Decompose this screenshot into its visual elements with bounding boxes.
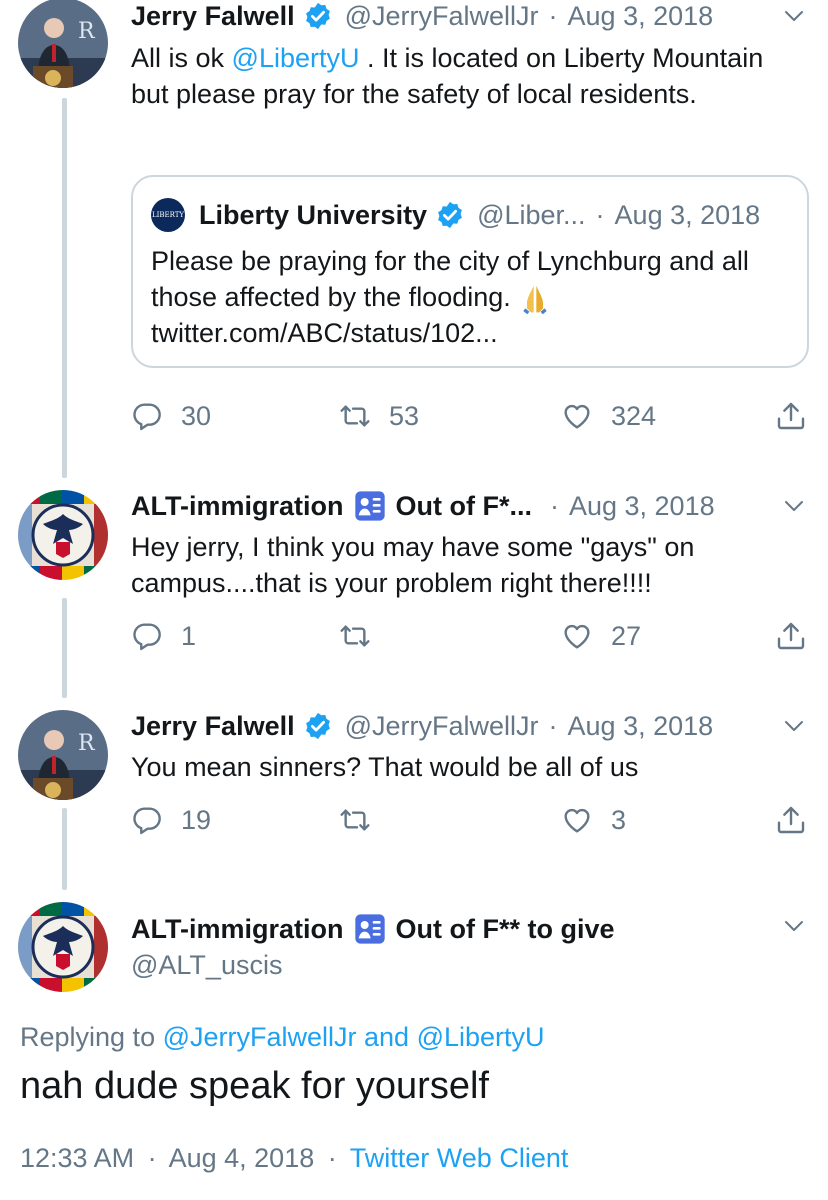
separator: · (549, 490, 559, 521)
author-name-suffix[interactable]: Out of F** to give (396, 914, 615, 945)
avatar-text: LIBERTY (151, 211, 185, 219)
share-button[interactable] (775, 398, 807, 434)
replying-prefix: Replying to (20, 1022, 163, 1052)
reply-button[interactable]: 1 (131, 618, 196, 654)
author-name-suffix[interactable]: Out of F*... (396, 491, 532, 522)
heart-icon (561, 400, 593, 432)
share-icon (775, 804, 807, 836)
tweet-meta: 12:33 AM · Aug 4, 2018 · Twitter Web Cli… (20, 1143, 568, 1174)
chevron-down-icon[interactable] (782, 714, 806, 738)
reply-icon (131, 620, 163, 652)
share-button[interactable] (775, 802, 807, 838)
tweet-header: ALT-immigration Out of F** to give (131, 911, 808, 947)
praying-hands-icon (523, 285, 547, 315)
quoted-tweet[interactable]: LIBERTY Liberty University @Liber... · A… (131, 175, 809, 368)
replying-to: Replying to @JerryFalwellJr and @Liberty… (20, 1022, 545, 1053)
retweet-icon (339, 804, 371, 836)
retweet-count: 53 (389, 400, 420, 431)
retweet-icon (339, 620, 371, 652)
retweet-button[interactable] (339, 802, 389, 838)
mention-link[interactable]: @LibertyU (417, 1022, 545, 1052)
tweet-full-date[interactable]: Aug 4, 2018 (169, 1143, 315, 1173)
verified-badge-icon (303, 711, 333, 741)
avatar[interactable] (18, 490, 108, 580)
author-name[interactable]: ALT-immigration (131, 914, 344, 945)
heart-icon (561, 620, 593, 652)
share-icon (775, 400, 807, 432)
tweet-actions: 1 27 (131, 618, 811, 654)
separator: · (595, 199, 605, 230)
author-handle-row: @ALT_uscis (131, 947, 808, 983)
tweet-header: Jerry Falwell @JerryFalwellJr · Aug 3, 2… (131, 708, 808, 744)
quoted-tweet-text: Please be praying for the city of Lynchb… (151, 243, 789, 351)
avatar[interactable] (18, 0, 108, 88)
avatar[interactable] (18, 710, 108, 800)
thread-line (62, 98, 67, 478)
retweet-icon (339, 400, 371, 432)
separator: · (327, 1143, 337, 1173)
reply-icon (131, 804, 163, 836)
author-name[interactable]: Jerry Falwell (131, 711, 295, 742)
reply-count: 30 (181, 400, 212, 431)
like-button[interactable]: 3 (561, 802, 626, 838)
avatar: LIBERTY (151, 198, 185, 232)
quoted-link[interactable]: twitter.com/ABC/status/102... (151, 318, 498, 348)
author-name[interactable]: ALT-immigration (131, 491, 344, 522)
mention-link[interactable]: @LibertyU (232, 43, 360, 73)
separator: · (147, 1143, 157, 1173)
tweet-actions: 19 3 (131, 802, 811, 838)
reply-icon (131, 400, 163, 432)
reply-count: 19 (181, 804, 212, 835)
separator: · (548, 710, 558, 741)
tweet-text: Hey jerry, I think you may have some "ga… (131, 532, 695, 598)
verified-badge-icon (435, 200, 465, 230)
tweet-text: All is ok @LibertyU . It is located on L… (131, 40, 808, 112)
id-card-emoji-icon (354, 490, 386, 522)
like-button[interactable]: 27 (561, 618, 641, 654)
tweet-date[interactable]: Aug 3, 2018 (568, 1, 714, 32)
tweet-header: ALT-immigration Out of F*... · Aug 3, 20… (131, 488, 808, 524)
share-button[interactable] (775, 618, 807, 654)
quoted-date: Aug 3, 2018 (614, 199, 761, 230)
like-button[interactable]: 324 (561, 398, 656, 434)
id-card-emoji-icon (354, 913, 386, 945)
tweet-text: You mean sinners? That would be all of u… (131, 752, 639, 782)
avatar[interactable] (18, 902, 108, 992)
retweet-button[interactable]: 53 (339, 398, 419, 434)
author-handle[interactable]: @JerryFalwellJr (345, 1, 539, 32)
tweet-header: Jerry Falwell @JerryFalwellJr · Aug 3, 2… (131, 0, 808, 34)
chevron-down-icon[interactable] (782, 494, 806, 518)
tweet-actions: 30 53 324 (131, 398, 811, 434)
mention-link[interactable]: @JerryFalwellJr (163, 1022, 357, 1052)
author-handle[interactable]: @ALT_uscis (131, 950, 282, 981)
quoted-author-name: Liberty University (199, 199, 428, 230)
tweet-time[interactable]: 12:33 AM (20, 1143, 134, 1173)
main-tweet-text: nah dude speak for yourself (20, 1065, 489, 1107)
share-icon (775, 620, 807, 652)
like-count: 324 (611, 400, 657, 431)
thread-line (62, 808, 67, 890)
author-handle[interactable]: @JerryFalwellJr (345, 711, 539, 742)
tweet-text-part: All is ok (131, 43, 232, 73)
like-count: 3 (611, 804, 627, 835)
quoted-text: Please be praying for the city of Lynchb… (151, 246, 749, 312)
thread-line (62, 598, 67, 698)
like-count: 27 (611, 620, 642, 651)
reply-count: 1 (181, 620, 197, 651)
client-link[interactable]: Twitter Web Client (350, 1143, 569, 1173)
quoted-author-handle: @Liber... (477, 199, 586, 230)
verified-badge-icon (303, 1, 333, 31)
separator: · (548, 0, 558, 31)
replying-and: and (356, 1022, 417, 1052)
reply-button[interactable]: 30 (131, 398, 211, 434)
tweet-date[interactable]: Aug 3, 2018 (569, 491, 715, 522)
chevron-down-icon[interactable] (782, 914, 806, 938)
chevron-down-icon[interactable] (782, 4, 806, 28)
tweet-date[interactable]: Aug 3, 2018 (568, 711, 714, 742)
retweet-button[interactable] (339, 618, 389, 654)
author-name[interactable]: Jerry Falwell (131, 1, 295, 32)
heart-icon (561, 804, 593, 836)
reply-button[interactable]: 19 (131, 802, 211, 838)
quoted-tweet-header: LIBERTY Liberty University @Liber... · A… (151, 197, 760, 233)
